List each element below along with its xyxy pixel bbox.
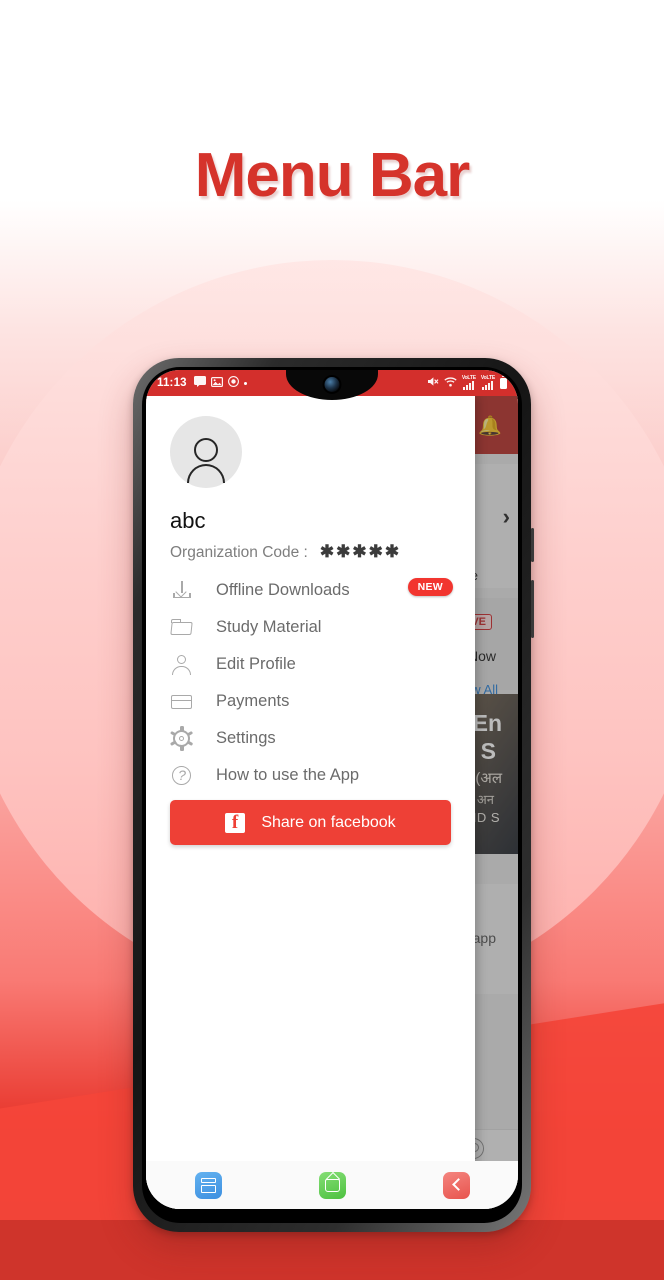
facebook-icon — [225, 812, 246, 834]
user-name: abc — [170, 508, 206, 533]
ringer-muted-icon — [427, 376, 439, 390]
phone-volume-button — [531, 580, 534, 638]
volte-signal-icon: VoLTE — [462, 376, 476, 390]
dot-icon — [243, 381, 247, 385]
recents-icon[interactable] — [194, 1171, 222, 1199]
share-button-label: Share on facebook — [261, 813, 396, 831]
person-icon — [170, 653, 194, 677]
sidebar-item-label: Edit Profile — [216, 655, 296, 673]
status-clock: 11:13 — [157, 377, 187, 389]
navigation-drawer: abc Organization Code : ✱✱✱✱✱ Offline Do… — [146, 396, 475, 1209]
drawer-menu-list: Offline Downloads NEW Study Material Edi… — [146, 572, 475, 794]
home-icon[interactable] — [318, 1171, 346, 1199]
app-content: 🔔 ✓ › eck mance LIVE in Now — [146, 396, 518, 1209]
phone-screen: 11:13 VoLTE VoLTE 🔔 › Now View All En S … — [146, 370, 518, 1209]
wifi-icon — [444, 376, 457, 390]
sidebar-item-edit-profile[interactable]: Edit Profile — [146, 646, 475, 683]
battery-icon — [500, 375, 507, 389]
page-title: Menu Bar — [194, 141, 470, 210]
organization-code-label: Organization Code : — [170, 544, 308, 561]
sidebar-item-study-material[interactable]: Study Material — [146, 609, 475, 646]
sidebar-item-payments[interactable]: Payments — [146, 683, 475, 720]
front-camera-icon — [324, 377, 340, 392]
person-avatar-body-icon — [187, 464, 225, 483]
app-badge-icon — [227, 376, 239, 390]
help-circle-icon: ? — [170, 764, 194, 788]
organization-code-value: ✱✱✱✱✱ — [319, 542, 402, 561]
person-avatar-icon — [194, 438, 218, 462]
sidebar-item-label: Settings — [216, 729, 276, 747]
phone-device-mockup: 11:13 VoLTE VoLTE 🔔 › Now View All En S … — [133, 358, 534, 1232]
share-on-facebook-button[interactable]: Share on facebook — [170, 800, 451, 845]
gear-icon — [170, 726, 194, 751]
back-icon[interactable] — [442, 1171, 470, 1199]
sidebar-item-label: Study Material — [216, 618, 322, 636]
sidebar-item-settings[interactable]: Settings — [146, 720, 475, 757]
avatar[interactable] — [170, 416, 242, 488]
organization-code-row: Organization Code : ✱✱✱✱✱ — [170, 542, 401, 562]
sidebar-item-label: How to use the App — [216, 766, 360, 784]
volte-signal-icon: VoLTE — [481, 376, 495, 390]
android-navigation-bar — [146, 1161, 518, 1209]
message-icon — [193, 376, 206, 390]
sidebar-item-label: Offline Downloads — [216, 581, 350, 599]
download-icon — [170, 579, 194, 603]
new-badge: NEW — [407, 578, 453, 596]
sidebar-item-offline-downloads[interactable]: Offline Downloads NEW — [146, 572, 475, 609]
folder-icon — [170, 616, 194, 640]
credit-card-icon — [170, 690, 194, 714]
sidebar-item-label: Payments — [216, 692, 290, 710]
phone-bezel: 11:13 VoLTE VoLTE 🔔 › Now View All En S … — [142, 367, 522, 1223]
image-icon — [210, 376, 223, 390]
phone-power-button — [531, 528, 534, 562]
sidebar-item-how-to-use-the-app[interactable]: ? How to use the App — [146, 757, 475, 794]
